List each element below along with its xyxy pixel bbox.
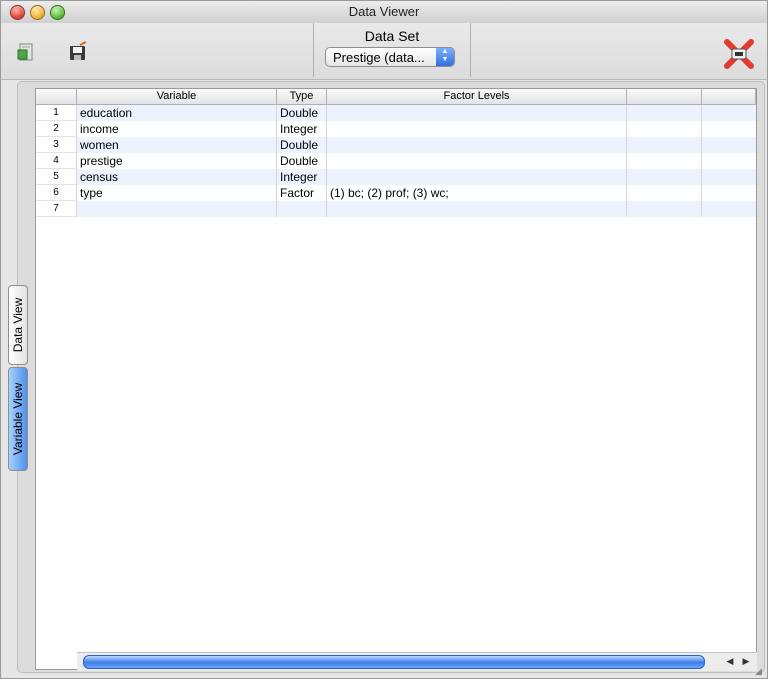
factor-levels-cell[interactable] [327, 169, 627, 185]
variable-cell[interactable]: education [77, 105, 277, 121]
updown-arrows-icon: ▲ ▼ [436, 48, 454, 66]
blank-cell[interactable] [627, 105, 702, 121]
resize-grip-icon[interactable]: ◢ [755, 666, 765, 676]
blank-cell[interactable] [627, 201, 702, 217]
variable-cell[interactable]: women [77, 137, 277, 153]
dataset-label: Data Set [364, 28, 420, 44]
row-number: 5 [36, 169, 77, 185]
variable-cell[interactable]: census [77, 169, 277, 185]
type-cell[interactable]: Double [277, 153, 327, 169]
scroll-right-arrow-icon[interactable]: ▶ [739, 655, 753, 667]
view-tabs: Data View Variable View [8, 285, 30, 473]
tab-data-view-label: Data View [11, 297, 25, 353]
close-icon[interactable] [722, 37, 756, 71]
tab-data-view[interactable]: Data View [8, 285, 28, 365]
dataset-panel: Data Set Prestige (data... ▲ ▼ [313, 23, 471, 77]
title-bar[interactable]: Data Viewer [1, 1, 767, 24]
corner-header [36, 89, 77, 104]
factor-levels-cell[interactable] [327, 105, 627, 121]
save-icon[interactable] [67, 41, 89, 63]
row-number: 1 [36, 105, 77, 121]
table-row[interactable]: 3 women Double [36, 137, 756, 153]
table-row[interactable]: 2 income Integer [36, 121, 756, 137]
blank-cell[interactable] [627, 121, 702, 137]
variable-cell[interactable]: type [77, 185, 277, 201]
type-cell[interactable]: Double [277, 105, 327, 121]
variable-cell[interactable]: income [77, 121, 277, 137]
dataset-select[interactable]: Prestige (data... ▲ ▼ [325, 47, 455, 67]
type-cell[interactable] [277, 201, 327, 217]
factor-levels-cell[interactable] [327, 201, 627, 217]
row-number: 6 [36, 185, 77, 201]
factor-levels-cell[interactable] [327, 153, 627, 169]
data-viewer-window: Data Viewer Data Set Prestige (data... ▲… [0, 0, 768, 679]
table-row[interactable]: 5 census Integer [36, 169, 756, 185]
tab-variable-view-label: Variable View [11, 382, 25, 456]
tab-variable-view[interactable]: Variable View [8, 367, 28, 471]
column-header-blank-2[interactable] [702, 89, 756, 104]
variable-table: Variable Type Factor Levels 1 education … [35, 88, 757, 670]
blank-cell[interactable] [627, 169, 702, 185]
dataset-select-value: Prestige (data... [333, 50, 425, 65]
factor-levels-cell[interactable] [327, 121, 627, 137]
column-header-variable[interactable]: Variable [77, 89, 277, 104]
row-number: 2 [36, 121, 77, 137]
column-header-blank-1[interactable] [627, 89, 702, 104]
blank-cell[interactable] [627, 137, 702, 153]
type-cell[interactable]: Double [277, 137, 327, 153]
column-header-type[interactable]: Type [277, 89, 327, 104]
scrollbar-thumb[interactable] [83, 655, 705, 669]
column-header-factor-levels[interactable]: Factor Levels [327, 89, 627, 104]
row-number: 7 [36, 201, 77, 217]
toolbar: Data Set Prestige (data... ▲ ▼ [1, 23, 767, 80]
table-row[interactable]: 6 type Factor (1) bc; (2) prof; (3) wc; [36, 185, 756, 201]
table-row[interactable]: 4 prestige Double [36, 153, 756, 169]
variable-cell[interactable]: prestige [77, 153, 277, 169]
import-icon[interactable] [15, 41, 37, 63]
window-title: Data Viewer [348, 4, 420, 19]
horizontal-scrollbar[interactable]: ◀ ▶ [77, 652, 757, 671]
factor-levels-cell[interactable]: (1) bc; (2) prof; (3) wc; [327, 185, 627, 201]
scroll-left-arrow-icon[interactable]: ◀ [723, 655, 737, 667]
row-number: 3 [36, 137, 77, 153]
type-cell[interactable]: Integer [277, 169, 327, 185]
table-row[interactable]: 1 education Double [36, 105, 756, 121]
factor-levels-cell[interactable] [327, 137, 627, 153]
row-number: 4 [36, 153, 77, 169]
table-row[interactable]: 7 [36, 201, 756, 217]
type-cell[interactable]: Factor [277, 185, 327, 201]
type-cell[interactable]: Integer [277, 121, 327, 137]
blank-cell[interactable] [627, 153, 702, 169]
variable-cell[interactable] [77, 201, 277, 217]
blank-cell[interactable] [627, 185, 702, 201]
table-header: Variable Type Factor Levels [36, 89, 756, 105]
